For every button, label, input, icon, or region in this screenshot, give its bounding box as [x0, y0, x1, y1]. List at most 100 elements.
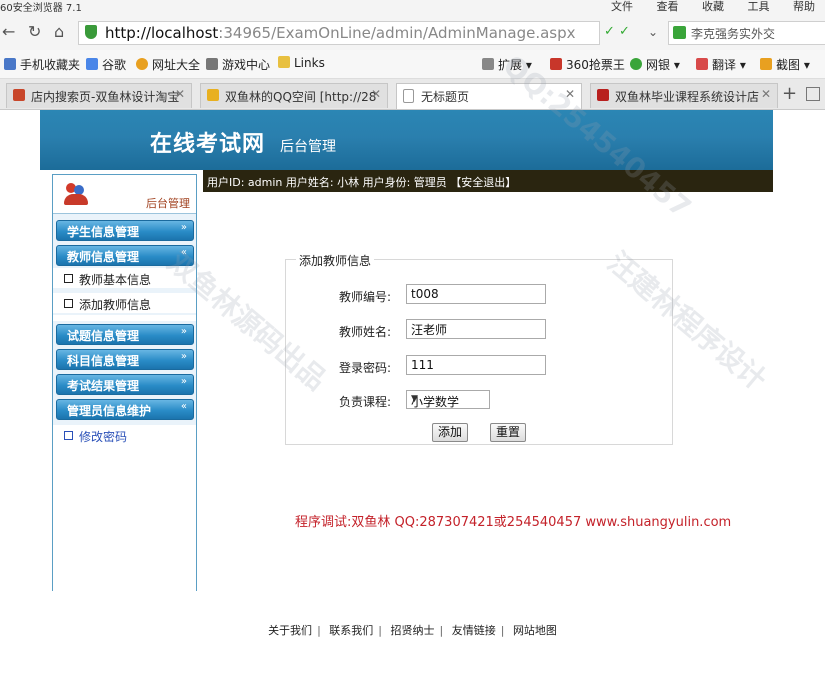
bullet-icon: [64, 274, 73, 283]
refresh-icon[interactable]: ↻: [28, 22, 41, 41]
add-teacher-form: 添加教师信息 教师编号: 教师姓名: 登录密码: 负责课程: 小学数学▼ 添加 …: [285, 252, 673, 445]
chevron-up-icon: «: [180, 247, 187, 258]
gamepad-icon: [206, 58, 218, 70]
fav-mobile[interactable]: 手机收藏夹: [4, 56, 80, 73]
search-input[interactable]: 李克强务实外交: [668, 21, 825, 45]
sidebar-item-teacher-info[interactable]: 教师基本信息: [53, 268, 196, 288]
users-icon: [63, 181, 89, 207]
ext-extensions[interactable]: 扩展 ▾: [482, 56, 532, 73]
favorites-bar: 手机收藏夹 谷歌 网址大全 游戏中心 Links 扩展 ▾ 360抢票王 网银 …: [0, 50, 825, 79]
tab-qq-space[interactable]: 双鱼林的QQ空间 [http://28 ✕: [200, 83, 388, 108]
sidebar-group-questions[interactable]: 试题信息管理»: [56, 324, 194, 345]
site-logo: 在线考试网: [150, 132, 266, 157]
close-icon[interactable]: ✕: [761, 87, 771, 101]
menu-file[interactable]: 文件: [611, 0, 633, 13]
tab-design-shop[interactable]: 双鱼林毕业课程系统设计店 ✕: [590, 83, 778, 108]
header-subtitle: 后台管理: [280, 139, 336, 155]
close-icon[interactable]: ✕: [175, 87, 185, 101]
footer-sitemap[interactable]: 网站地图: [513, 624, 557, 637]
sidebar-group-results[interactable]: 考试结果管理»: [56, 374, 194, 395]
footer-links: 关于我们 | 联系我们 | 招贤纳士 | 友情链接 | 网站地图: [268, 624, 557, 637]
tab-favicon: [13, 89, 25, 101]
url-input[interactable]: http://localhost:34965/ExamOnLine/admin/…: [78, 21, 600, 45]
page-tools-icon[interactable]: ✓ ✓: [604, 24, 630, 39]
sidebar-item-add-teacher[interactable]: 添加教师信息: [53, 293, 196, 313]
teacher-no-input[interactable]: [406, 284, 546, 304]
user-info-text[interactable]: 用户ID: admin 用户姓名: 小林 用户身份: 管理员 【安全退出】: [207, 174, 516, 190]
bullet-icon: [64, 431, 73, 440]
ext-translate[interactable]: 翻译 ▾: [696, 56, 746, 73]
address-bar: ← ↻ ⌂ http://localhost:34965/ExamOnLine/…: [0, 14, 825, 50]
menu-view[interactable]: 查看: [657, 0, 679, 13]
sidebar-header: 后台管理: [53, 175, 196, 214]
url-host: http://localhost: [105, 24, 219, 42]
browser-title: 60安全浏览器 7.1: [0, 3, 82, 14]
fav-sites[interactable]: 网址大全: [136, 56, 200, 73]
scissors-icon: [760, 58, 772, 70]
browser-titlebar: 60安全浏览器 7.1 文件 查看 收藏 工具 帮助: [0, 0, 825, 14]
password-label: 登录密码:: [338, 361, 391, 375]
tab-shop-search[interactable]: 店内搜索页-双鱼林设计淘宝 ✕: [6, 83, 192, 108]
password-input[interactable]: [406, 355, 546, 375]
sidebar-group-subjects[interactable]: 科目信息管理»: [56, 349, 194, 370]
sidebar: 后台管理 学生信息管理» 教师信息管理 « 教师基本信息 添加教师信息 试题信息管…: [52, 174, 197, 687]
form-legend: 添加教师信息: [296, 252, 375, 269]
star-icon: [207, 89, 219, 101]
teacher-name-label: 教师姓名:: [338, 325, 391, 339]
teacher-no-label: 教师编号:: [338, 290, 391, 304]
tab-bar: 店内搜索页-双鱼林设计淘宝 ✕ 双鱼林的QQ空间 [http://28 ✕ 无标…: [0, 79, 825, 110]
page-icon: [403, 89, 414, 103]
course-label: 负责课程:: [338, 395, 391, 409]
sidebar-item-change-password[interactable]: 修改密码: [53, 425, 196, 687]
bullet-icon: [64, 299, 73, 308]
translate-icon: [696, 58, 708, 70]
footer-about[interactable]: 关于我们: [268, 624, 312, 637]
menu-help[interactable]: 帮助: [793, 0, 815, 13]
bank-icon: [630, 58, 642, 70]
menu-favorites[interactable]: 收藏: [702, 0, 724, 13]
ext-screenshot[interactable]: 截图 ▾: [760, 56, 810, 73]
sidebar-title: 后台管理: [146, 197, 190, 210]
sidebar-group-teachers[interactable]: 教师信息管理 «: [56, 245, 194, 266]
shop-icon: [597, 89, 609, 101]
dropdown-arrow-icon: ▼: [411, 394, 418, 404]
home-icon[interactable]: ⌂: [54, 22, 64, 41]
tab-untitled[interactable]: 无标题页 ✕: [396, 83, 582, 109]
footer-jobs[interactable]: 招贤纳士: [391, 624, 435, 637]
chevron-down-icon[interactable]: ⌄: [648, 25, 658, 39]
sidebar-group-admin[interactable]: 管理员信息维护 «: [56, 399, 194, 420]
ext-ticket[interactable]: 360抢票王: [550, 56, 625, 73]
ext-bank[interactable]: 网银 ▾: [630, 56, 680, 73]
search-engine-icon: [673, 26, 686, 39]
fav-games[interactable]: 游戏中心: [206, 56, 270, 73]
reset-button[interactable]: 重置: [490, 423, 526, 442]
debug-credit: 程序调试:双鱼林 QQ:287307421或254540457 www.shua…: [295, 515, 732, 530]
sidebar-group-students[interactable]: 学生信息管理»: [56, 220, 194, 241]
google-icon: [86, 58, 98, 70]
footer-friend-links[interactable]: 友情链接: [452, 624, 496, 637]
admin-page: 在线考试网 后台管理 用户ID: admin 用户姓名: 小林 用户身份: 管理…: [40, 110, 773, 687]
back-icon[interactable]: ←: [2, 22, 15, 41]
menu-tools[interactable]: 工具: [748, 0, 770, 13]
course-select[interactable]: 小学数学 ▼: [406, 390, 490, 409]
site-header: 在线考试网 后台管理: [40, 110, 773, 170]
teacher-name-input[interactable]: [406, 319, 546, 339]
ticket-icon: [550, 58, 562, 70]
fav-links[interactable]: Links: [278, 56, 325, 70]
add-button[interactable]: 添加: [432, 423, 468, 442]
chevron-down-icon: »: [180, 376, 187, 387]
chevron-up-icon: «: [180, 401, 187, 412]
security-shield-icon: [85, 25, 97, 39]
close-icon[interactable]: ✕: [565, 87, 575, 101]
fav-google[interactable]: 谷歌: [86, 56, 126, 73]
footer-contact[interactable]: 联系我们: [329, 624, 373, 637]
mobile-icon: [4, 58, 16, 70]
grid-icon: [482, 58, 494, 70]
new-tab-icon[interactable]: +: [782, 83, 797, 104]
chevron-down-icon: »: [180, 222, 187, 233]
tab-list-icon[interactable]: [806, 87, 820, 101]
close-icon[interactable]: ✕: [371, 87, 381, 101]
browser-menubar: 文件 查看 收藏 工具 帮助: [591, 0, 815, 14]
sites-icon: [136, 58, 148, 70]
user-info-bar: 用户ID: admin 用户姓名: 小林 用户身份: 管理员 【安全退出】: [203, 170, 773, 192]
